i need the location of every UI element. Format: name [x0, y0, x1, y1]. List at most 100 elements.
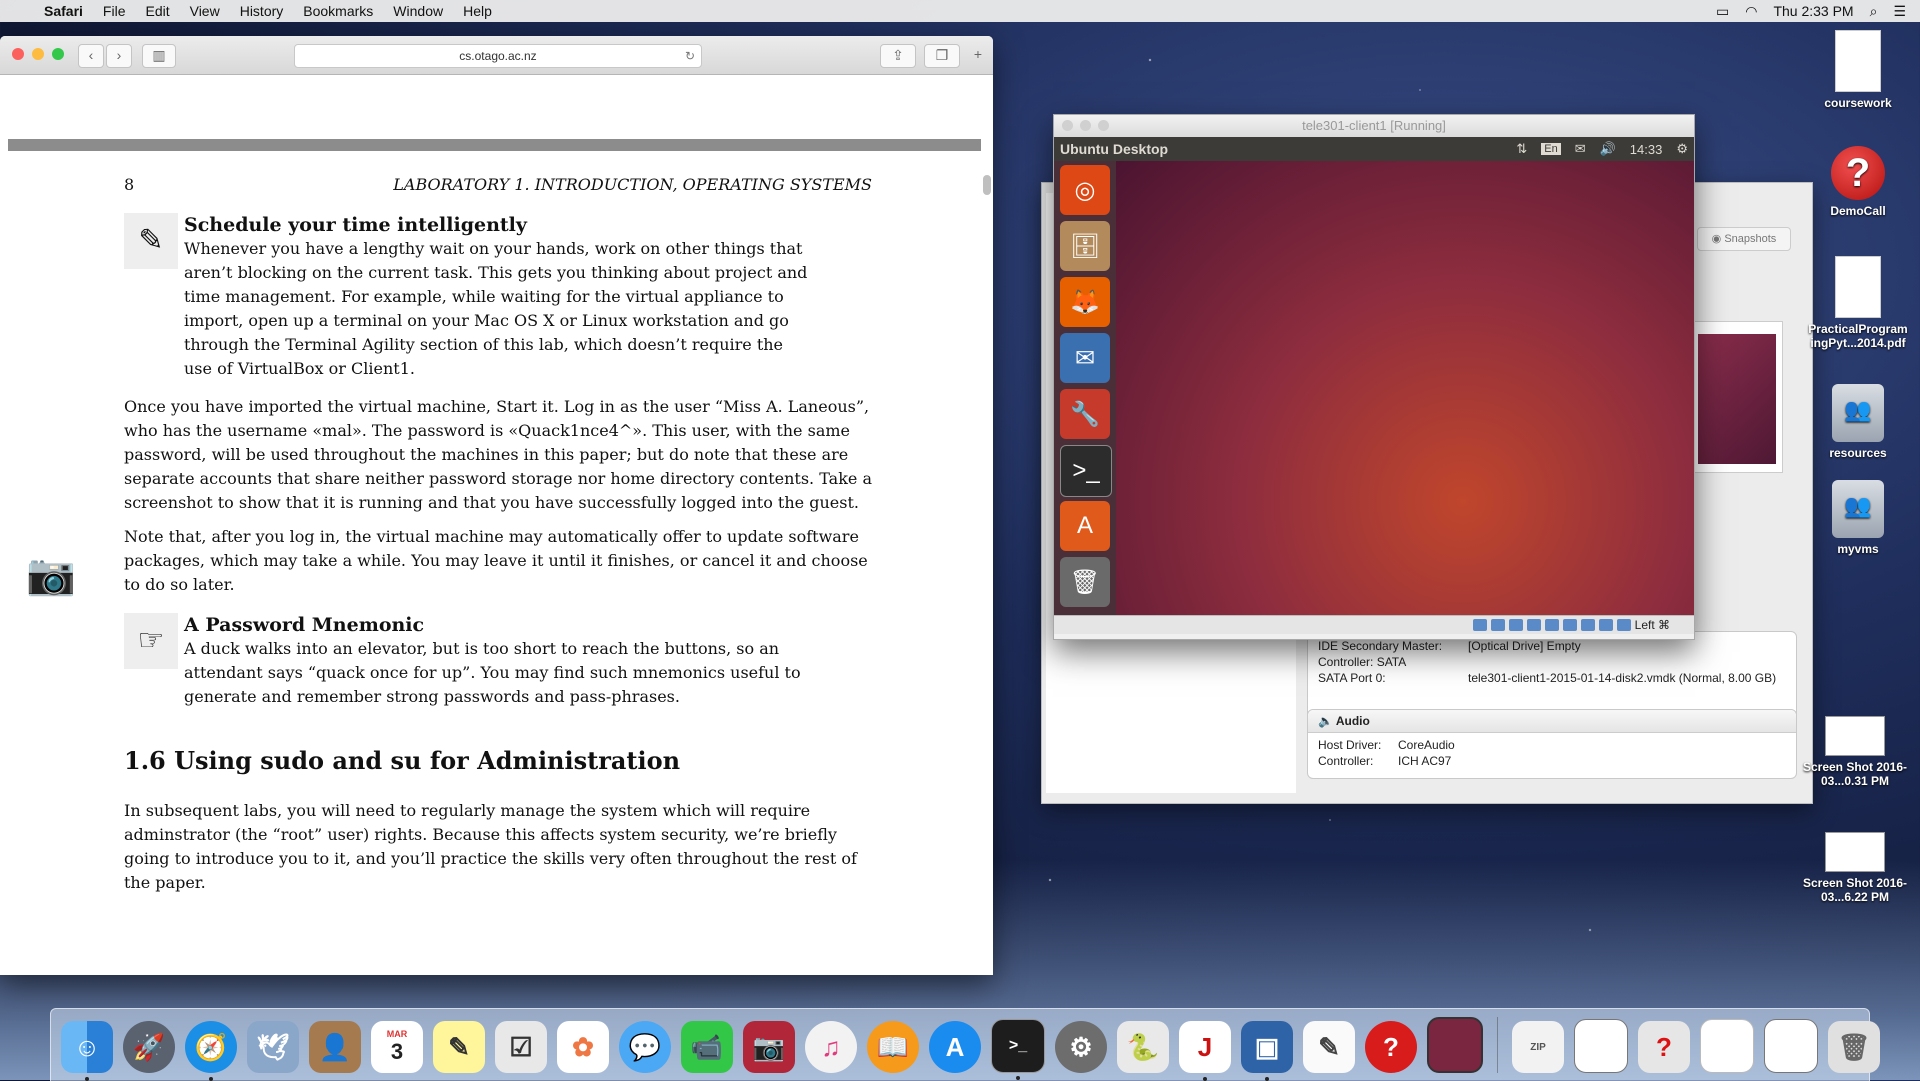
menu-edit[interactable]: Edit: [135, 3, 179, 19]
notification-center-icon[interactable]: ☰: [1893, 3, 1906, 20]
minimize-button[interactable]: [32, 48, 44, 60]
minimized-window-thumbnail[interactable]: [1764, 1019, 1818, 1073]
keyboard-layout-indicator[interactable]: En: [1541, 143, 1561, 155]
vm-zoom-button[interactable]: [1098, 120, 1109, 131]
tabs-overview-icon[interactable]: ❐: [924, 44, 960, 68]
airplay-icon[interactable]: ▭: [1716, 3, 1729, 20]
minimized-democall-thumbnail[interactable]: ?: [1638, 1021, 1690, 1073]
spotlight-search-icon[interactable]: ⌕: [1870, 3, 1878, 20]
settings-gear-icon[interactable]: ⚙: [1676, 141, 1688, 157]
photos-icon[interactable]: ✿: [557, 1021, 609, 1073]
snapshots-button[interactable]: ◉ Snapshots: [1697, 227, 1791, 251]
notes-icon[interactable]: ✎: [433, 1021, 485, 1073]
calendar-icon[interactable]: MAR 3: [371, 1021, 423, 1073]
optical-drive-status-icon[interactable]: [1490, 619, 1505, 631]
zip-archive-icon[interactable]: ZIP: [1512, 1021, 1564, 1073]
menu-history[interactable]: History: [230, 3, 294, 19]
reload-icon[interactable]: ↻: [685, 45, 695, 67]
hard-disk-status-icon[interactable]: [1472, 619, 1487, 631]
display-status-icon[interactable]: [1580, 619, 1595, 631]
desktop-icon-screenshot-2[interactable]: Screen Shot 2016-03...6.22 PM: [1800, 832, 1910, 904]
finder-icon[interactable]: ☺: [61, 1021, 113, 1081]
virtualbox-icon[interactable]: ▣: [1241, 1021, 1293, 1081]
audio-header[interactable]: 🔈 Audio: [1308, 710, 1796, 733]
ubuntu-clock[interactable]: 14:33: [1630, 142, 1663, 157]
running-indicator: [1016, 1076, 1020, 1080]
menu-help[interactable]: Help: [453, 3, 502, 19]
terminal-icon[interactable]: >_: [991, 1019, 1045, 1080]
contacts-icon[interactable]: 👤: [309, 1021, 361, 1073]
terminal-icon[interactable]: >_: [1060, 445, 1112, 497]
dash-home-icon[interactable]: ◎: [1060, 165, 1110, 215]
menubar-clock[interactable]: Thu 2:33 PM: [1773, 3, 1853, 19]
sata-label: SATA Port 0:: [1318, 671, 1386, 685]
network-status-icon[interactable]: [1526, 619, 1541, 631]
messages-icon[interactable]: 💬: [619, 1021, 671, 1073]
menu-bookmarks[interactable]: Bookmarks: [293, 3, 383, 19]
files-icon[interactable]: 🗄: [1060, 221, 1110, 271]
wifi-icon[interactable]: ◠: [1745, 3, 1757, 20]
video-capture-status-icon[interactable]: [1598, 619, 1613, 631]
sidebar-toggle-icon[interactable]: ▥: [142, 44, 176, 68]
calendar-day: 3: [390, 1039, 404, 1064]
usb-status-icon[interactable]: [1544, 619, 1559, 631]
minimized-document-thumbnail[interactable]: [1700, 1019, 1754, 1073]
address-bar[interactable]: cs.otago.ac.nz ↻: [294, 44, 702, 68]
mail-icon[interactable]: ✉: [1575, 141, 1586, 157]
scrollbar-thumb[interactable]: [983, 175, 991, 195]
network-drive-icon: 👥: [1832, 480, 1884, 538]
reminders-icon[interactable]: ☑: [495, 1021, 547, 1073]
desktop-icon-pdf[interactable]: PracticalProgram ingPyt...2014.pdf: [1803, 256, 1913, 350]
forward-button[interactable]: ›: [106, 44, 132, 68]
textedit-icon[interactable]: ✎: [1303, 1021, 1355, 1073]
democall-icon[interactable]: ?: [1365, 1021, 1417, 1073]
help-question-icon: ?: [1831, 146, 1885, 200]
system-settings-icon[interactable]: 🔧: [1060, 389, 1110, 439]
thunderbird-icon[interactable]: ✉: [1060, 333, 1110, 383]
running-header: 8 LABORATORY 1. INTRODUCTION, OPERATING …: [124, 173, 872, 197]
vm-window-thumbnail[interactable]: [1427, 1017, 1483, 1073]
pointing-hand-icon: ☞: [124, 613, 178, 669]
desktop-icon-coursework[interactable]: coursework: [1803, 30, 1913, 110]
mouse-integration-icon[interactable]: [1616, 619, 1631, 631]
menu-window[interactable]: Window: [383, 3, 453, 19]
network-icon[interactable]: ⇅: [1516, 141, 1527, 157]
python-launcher-icon[interactable]: 🐍: [1117, 1021, 1169, 1073]
trash-icon[interactable]: 🗑: [1060, 557, 1110, 607]
vm-close-button[interactable]: [1062, 120, 1073, 131]
back-button[interactable]: ‹: [78, 44, 104, 68]
new-tab-icon[interactable]: +: [968, 44, 988, 66]
preview-screen: [1698, 334, 1776, 464]
close-button[interactable]: [12, 48, 24, 60]
volume-icon[interactable]: 🔊: [1600, 141, 1616, 157]
launchpad-icon[interactable]: 🚀: [123, 1021, 175, 1073]
snapshots-label: Snapshots: [1724, 233, 1777, 245]
minimized-window-thumbnail[interactable]: [1574, 1019, 1628, 1073]
itunes-icon[interactable]: ♫: [805, 1021, 857, 1073]
ibooks-icon[interactable]: 📖: [867, 1021, 919, 1073]
zoom-button[interactable]: [52, 48, 64, 60]
running-head-title: LABORATORY 1. INTRODUCTION, OPERATING SY…: [393, 175, 872, 194]
shared-folders-status-icon[interactable]: [1562, 619, 1577, 631]
jgrasp-icon[interactable]: J: [1179, 1021, 1231, 1081]
menu-file[interactable]: File: [93, 3, 136, 19]
audio-status-icon[interactable]: [1508, 619, 1523, 631]
firefox-icon[interactable]: 🦊: [1060, 277, 1110, 327]
menu-view[interactable]: View: [180, 3, 230, 19]
software-center-icon[interactable]: A: [1060, 501, 1110, 551]
desktop-icon-screenshot-1[interactable]: Screen Shot 2016-03...0.31 PM: [1800, 716, 1910, 788]
desktop-icon-democall[interactable]: ? DemoCall: [1803, 146, 1913, 218]
trash-icon[interactable]: 🗑: [1828, 1021, 1880, 1073]
menu-app-name[interactable]: Safari: [34, 3, 93, 19]
mail-icon[interactable]: 🕊: [247, 1021, 299, 1073]
photo-booth-icon[interactable]: 📷: [743, 1021, 795, 1073]
system-preferences-icon[interactable]: ⚙: [1055, 1021, 1107, 1073]
vm-titlebar[interactable]: tele301-client1 [Running]: [1054, 115, 1694, 137]
share-icon[interactable]: ⇪: [880, 44, 916, 68]
safari-icon[interactable]: 🧭: [185, 1021, 237, 1081]
desktop-icon-myvms[interactable]: 👥 myvms: [1803, 480, 1913, 556]
app-store-icon[interactable]: A: [929, 1021, 981, 1073]
desktop-icon-resources[interactable]: 👥 resources: [1803, 384, 1913, 460]
vm-minimize-button[interactable]: [1080, 120, 1091, 131]
facetime-icon[interactable]: 📹: [681, 1021, 733, 1073]
